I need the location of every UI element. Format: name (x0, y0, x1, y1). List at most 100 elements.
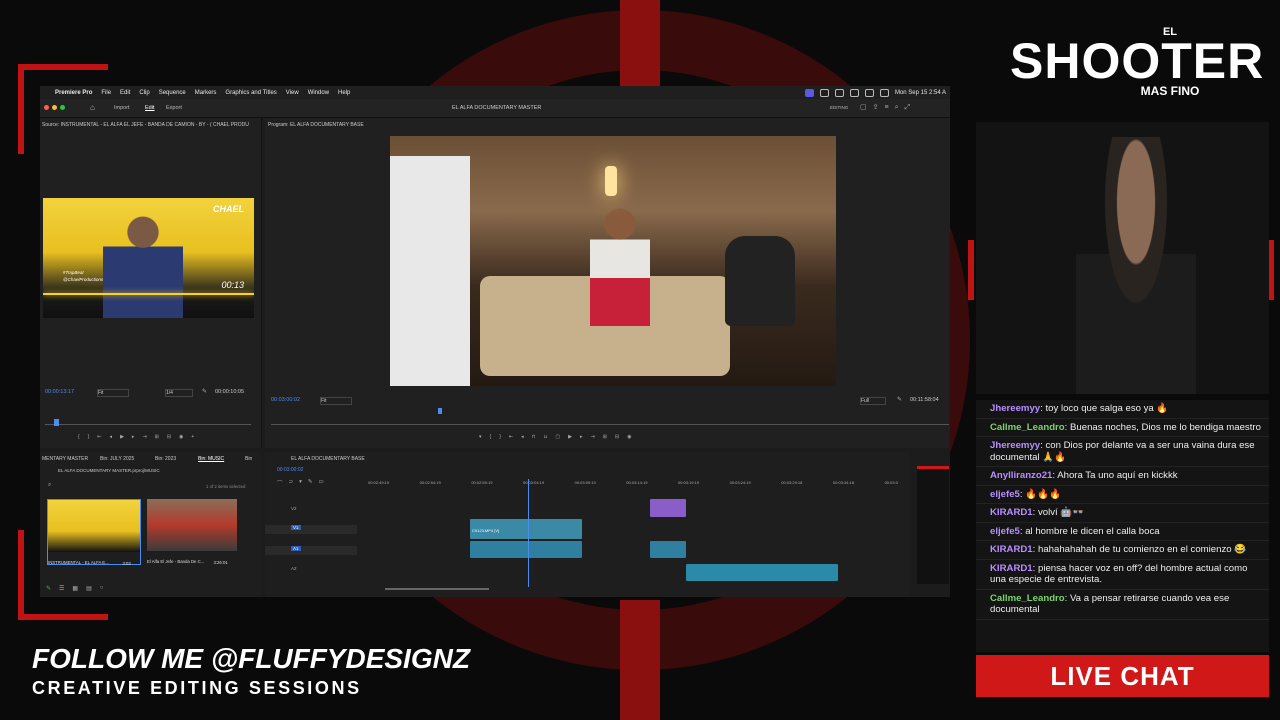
add-icon[interactable]: + (191, 434, 194, 440)
captions-icon[interactable]: ▭ (319, 479, 324, 487)
project-tab-master[interactable]: MENTARY MASTER (42, 456, 88, 462)
video-clip[interactable] (650, 499, 686, 517)
go-to-in-icon[interactable]: ⇤ (97, 434, 101, 440)
menu-sequence[interactable]: Sequence (159, 90, 186, 96)
track-header-a1[interactable]: A1 (265, 546, 357, 555)
chat-user[interactable]: Jhereemyy (990, 403, 1040, 414)
step-back-icon[interactable]: ◂ (110, 434, 113, 440)
menu-help[interactable]: Help (338, 90, 350, 96)
program-fit-select[interactable]: Fit (320, 397, 352, 405)
status-icon[interactable] (849, 88, 859, 97)
mark-in-icon[interactable]: { (78, 434, 80, 440)
source-timecode[interactable]: 00:00:13:17 (45, 389, 74, 395)
program-playhead[interactable] (438, 408, 442, 414)
menu-markers[interactable]: Markers (195, 90, 217, 96)
project-item[interactable]: INSTRUMENTAL - EL ALFA E... 3:03 (47, 499, 141, 566)
chat-user[interactable]: Callme_Leandro (990, 422, 1065, 433)
chat-user[interactable]: eljefe5 (990, 526, 1020, 537)
chat-user[interactable]: Jhereemyy (990, 440, 1040, 451)
menu-edit[interactable]: Edit (120, 90, 130, 96)
freeform-view-icon[interactable]: ▤ (86, 585, 92, 592)
snap-icon[interactable]: ⌒ (277, 479, 283, 487)
link-icon[interactable]: ⊃ (289, 479, 294, 487)
status-icon[interactable] (804, 88, 814, 97)
audio-clip[interactable] (650, 541, 686, 558)
play-icon[interactable]: ▶ (120, 434, 124, 440)
mark-out-icon[interactable]: } (499, 434, 501, 440)
play-icon[interactable]: ▶ (568, 434, 572, 440)
wrench-icon[interactable]: ✎ (897, 396, 902, 403)
chat-user[interactable]: KIRARD1 (990, 544, 1033, 555)
list-view-icon[interactable]: ☰ (59, 585, 64, 592)
program-quality-select[interactable]: Full (860, 397, 886, 405)
go-to-out-icon[interactable]: ⇥ (591, 434, 595, 440)
track-header-v1[interactable]: V1 (265, 525, 357, 534)
zoom-window-button[interactable] (60, 105, 65, 110)
video-clip[interactable]: C0123.MP4 [V] (470, 519, 582, 539)
source-tab[interactable]: Source: INSTRUMENTAL - EL ALFA EL JEFE -… (42, 122, 252, 128)
tab-edit[interactable]: Edit (145, 105, 154, 111)
chat-user[interactable]: Callme_Leandro (990, 593, 1065, 604)
tab-export[interactable]: Export (166, 105, 182, 111)
trim-icon[interactable]: ▢ (555, 434, 560, 440)
audio-clip[interactable] (470, 541, 582, 558)
go-to-out-icon[interactable]: ⇥ (142, 434, 146, 440)
minimize-window-button[interactable] (52, 105, 57, 110)
menu-file[interactable]: File (101, 90, 111, 96)
step-back-icon[interactable]: ◂ (521, 434, 524, 440)
go-to-in-icon[interactable]: ⇤ (509, 434, 513, 440)
chat-user[interactable]: eljefe5 (990, 489, 1020, 500)
export-frame-icon[interactable]: ◉ (179, 434, 183, 440)
menubar-clock[interactable]: Mon Sep 15 2:54 A (895, 90, 946, 96)
program-timecode[interactable]: 00:03:00:02 (271, 397, 300, 403)
timeline-scrollbar[interactable] (385, 588, 489, 590)
lift-button-icon[interactable]: ⊞ (603, 434, 607, 440)
insert-icon[interactable]: ⊞ (155, 434, 159, 440)
status-icon[interactable] (819, 88, 829, 97)
mark-out-icon[interactable]: } (88, 434, 90, 440)
lift-icon[interactable]: ⊓ (532, 434, 536, 440)
extract-icon[interactable]: ⊔ (543, 434, 547, 440)
extract-button-icon[interactable]: ⊟ (615, 434, 619, 440)
menu-app-name[interactable]: Premiere Pro (55, 90, 92, 96)
chat-user[interactable]: KIRARD1 (990, 563, 1033, 574)
workspace-icons[interactable]: ▢⇪≡⌕⤢ (860, 103, 916, 112)
chat-user[interactable]: KIRARD1 (990, 507, 1033, 518)
source-fit-select[interactable]: Fit (97, 389, 129, 397)
search-icon[interactable] (879, 88, 889, 97)
zoom-slider-icon[interactable]: ○ (100, 585, 104, 592)
project-tab-music[interactable]: Bin: MUSIC (198, 456, 224, 462)
timeline-ruler[interactable]: 00:02:49:19 00:02:54:19 00:02:59:19 00:0… (368, 480, 898, 488)
workspace-label[interactable]: EDITING (830, 105, 848, 110)
mark-in-icon[interactable]: { (490, 434, 492, 440)
program-tab[interactable]: Program: EL ALFA DOCUMENTARY BASE (268, 122, 364, 128)
timeline-timecode[interactable]: 00:03:00:02 (277, 467, 303, 473)
tab-import[interactable]: Import (114, 105, 130, 111)
timeline-tab[interactable]: EL ALFA DOCUMENTARY BASE (291, 456, 365, 462)
search-icon[interactable]: ⌕ (48, 482, 51, 489)
chat-user[interactable]: Anylliranzo21 (990, 470, 1052, 481)
status-icon[interactable] (834, 88, 844, 97)
menu-window[interactable]: Window (308, 90, 329, 96)
timeline-playhead[interactable] (528, 479, 529, 587)
source-ratio-select[interactable]: 1/4 (165, 389, 193, 397)
close-window-button[interactable] (44, 105, 49, 110)
wifi-icon[interactable] (864, 88, 874, 97)
menu-clip[interactable]: Clip (139, 90, 149, 96)
icon-view-icon[interactable]: ▦ (72, 585, 78, 592)
step-forward-icon[interactable]: ▸ (580, 434, 583, 440)
menu-view[interactable]: View (286, 90, 299, 96)
project-tab-2023[interactable]: Bin: 2023 (155, 456, 176, 462)
project-item[interactable]: El Alfa El Jefe - Banda De C... 3:26:01 (147, 499, 237, 565)
wrench-icon[interactable]: ✎ (202, 388, 207, 395)
program-scrubber[interactable] (271, 424, 949, 425)
menu-graphics[interactable]: Graphics and Titles (225, 90, 276, 96)
track-header-v2[interactable]: V2 (265, 506, 357, 515)
add-marker-icon[interactable]: ▾ (479, 434, 482, 440)
project-tab-july[interactable]: Bin: JULY 2025 (100, 456, 134, 462)
overwrite-icon[interactable]: ⊟ (167, 434, 171, 440)
wrench-icon[interactable]: ✎ (308, 479, 313, 487)
project-tab-bin[interactable]: Bin (245, 456, 252, 462)
home-icon[interactable]: ⌂ (90, 103, 95, 112)
track-header-a2[interactable]: A2 (265, 566, 357, 575)
